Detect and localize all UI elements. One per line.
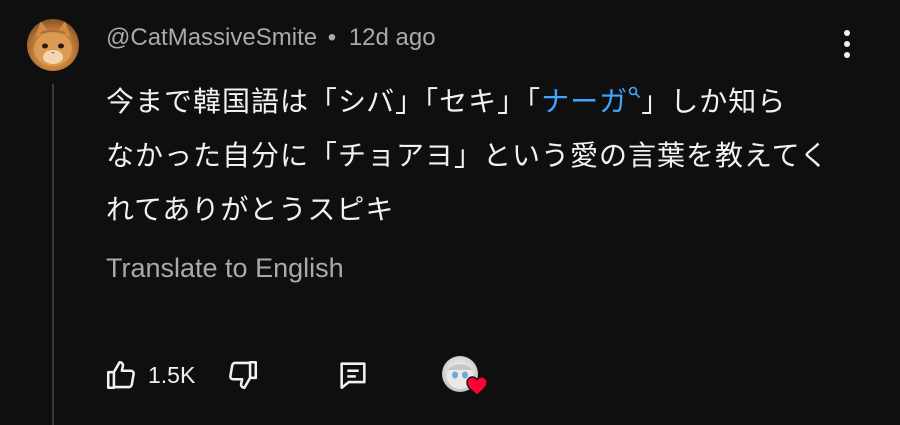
comment: @CatMassiveSmite • 12d ago 今まで韓国語は「シバ」「セ… — [0, 0, 900, 425]
like-button[interactable]: 1.5K — [104, 352, 195, 398]
comment-meta: @CatMassiveSmite • 12d ago — [106, 24, 436, 52]
more-menu-button[interactable] — [832, 28, 862, 62]
comment-line-2: なかった自分に「チョアヨ」という愛の言葉を教えてく — [106, 139, 829, 172]
thumb-up-icon — [106, 360, 135, 390]
heart-icon — [466, 376, 488, 396]
like-count: 1.5K — [148, 361, 196, 388]
meta-separator: • — [327, 24, 337, 51]
thumb-down-icon — [229, 360, 258, 390]
reply-icon — [340, 362, 366, 390]
creator-heart[interactable] — [442, 356, 490, 396]
cat-avatar-image — [34, 21, 72, 66]
comment-time[interactable]: 12d ago — [349, 24, 436, 51]
author-avatar[interactable] — [27, 19, 79, 71]
thread-line — [52, 84, 54, 425]
author-name[interactable]: @CatMassiveSmite — [106, 24, 317, 51]
search-icon[interactable] — [628, 86, 641, 103]
comment-line-3: れてありがとうスピキ — [106, 193, 395, 226]
comment-line-1: 今まで韓国語は「シバ」「セキ」「ナーガ 」しか知ら — [106, 85, 787, 118]
reply-button[interactable] — [336, 352, 370, 398]
dislike-button[interactable] — [226, 352, 260, 398]
translate-link[interactable]: Translate to English — [106, 253, 344, 284]
search-link[interactable]: ナーガ — [541, 85, 641, 118]
comment-body: 今まで韓国語は「シバ」「セキ」「ナーガ 」しか知ら なかった自分に「チョアヨ」とい… — [106, 68, 846, 237]
more-vert-icon — [844, 30, 850, 36]
comment-actions: 1.5K — [100, 352, 520, 398]
